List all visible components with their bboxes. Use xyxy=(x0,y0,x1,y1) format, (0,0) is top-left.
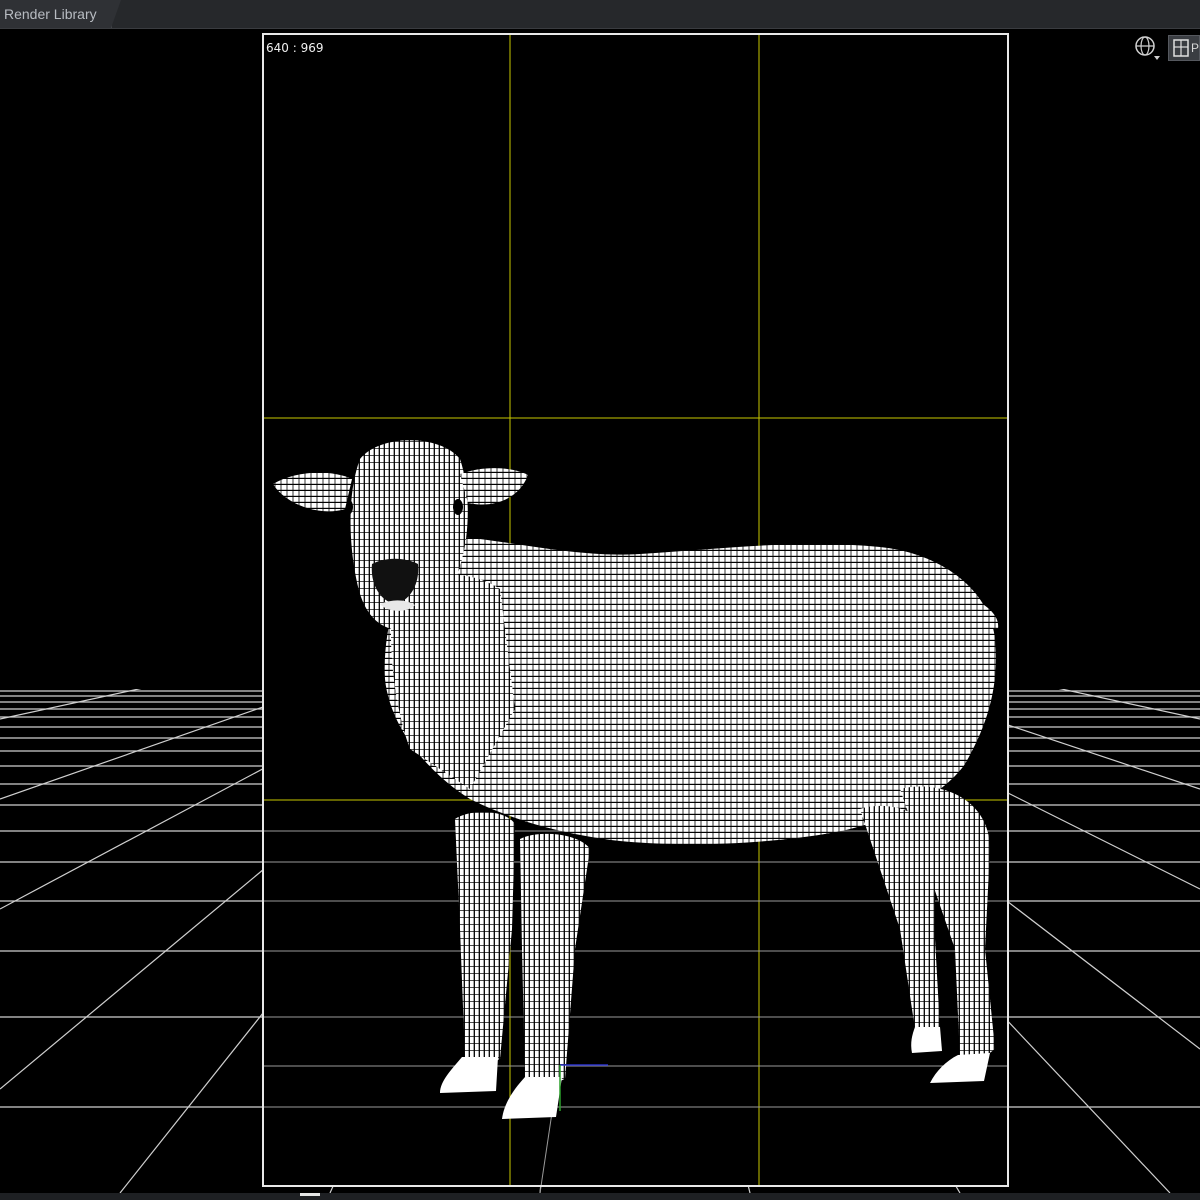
tab-label: Render Library xyxy=(4,6,97,22)
aspect-ratio-readout: 640 : 969 xyxy=(266,41,324,55)
perspective-view-button[interactable]: P xyxy=(1168,35,1200,61)
3d-viewport[interactable]: 640 : 969 P xyxy=(0,29,1200,1193)
top-tab-bar: Render Library xyxy=(0,0,1200,29)
view-button-label: P xyxy=(1191,41,1200,55)
scroll-handle[interactable] xyxy=(300,1193,320,1196)
bottom-bar xyxy=(0,1193,1200,1200)
perspective-view-icon xyxy=(1173,39,1189,57)
chevron-down-icon xyxy=(1154,56,1160,60)
camera-tools: P xyxy=(1130,33,1200,63)
render-frame xyxy=(262,33,1009,1187)
tab-render-library[interactable]: Render Library xyxy=(0,0,121,28)
globe-icon[interactable] xyxy=(1132,33,1162,63)
